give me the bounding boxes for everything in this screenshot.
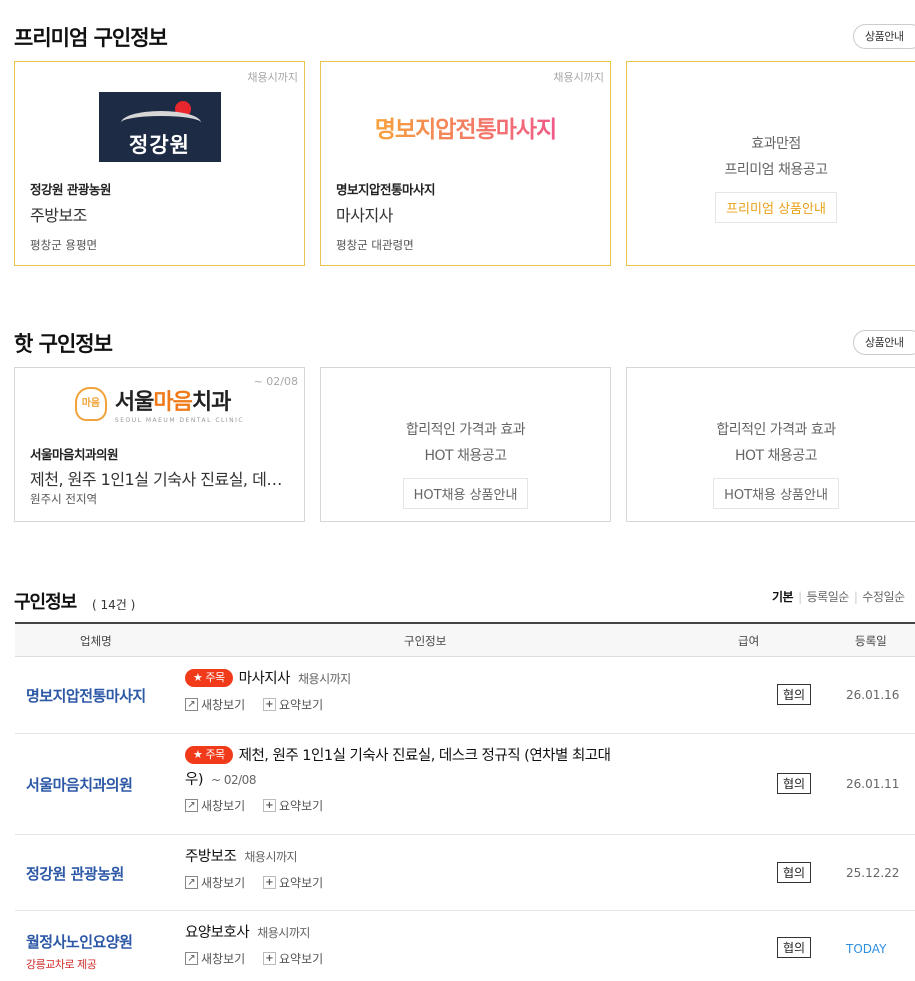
summary-button[interactable]: + 요약보기: [263, 696, 323, 713]
table-row[interactable]: 월정사노인요양원 강릉교차로 제공 요양보호사 채용시까지 ↗ 새창보기 + 요약보기…: [15, 911, 915, 981]
row-company[interactable]: 월정사노인요양원: [26, 931, 133, 952]
plus-icon: +: [263, 698, 276, 711]
card-company: 명보지압전통마사지: [336, 182, 436, 197]
row-period: 채용시까지: [257, 926, 310, 940]
promo-line2: HOT 채용공고: [424, 448, 507, 464]
card-company: 서울마음치과의원: [30, 447, 119, 462]
featured-badge: ★ 주목: [185, 746, 233, 764]
hot-section-title: 핫 구인정보: [14, 332, 113, 356]
promo-line1: 합리적인 가격과 효과: [405, 422, 526, 438]
premium-job-card[interactable]: 채용시까지 정강원 정강원 관광농원 주방보조 평창군 용평면: [14, 61, 305, 266]
myungbo-logo: 명보지압전통마사지: [375, 110, 557, 144]
sort-modified[interactable]: 수정일순: [862, 590, 905, 604]
hot-product-info-button[interactable]: 상품안내: [853, 330, 915, 355]
card-location: 평창군 용평면: [30, 238, 98, 252]
sort-options: 기본 | 등록일순 | 수정일순: [772, 590, 905, 604]
row-period: ~ 02/08: [211, 773, 256, 787]
hot-promo-card: 합리적인 가격과 효과 HOT 채용공고 HOT채용 상품안내: [626, 367, 915, 522]
row-pay: 협의: [777, 937, 812, 958]
row-pay: 협의: [777, 684, 812, 705]
card-job-title: 마사지사: [336, 206, 393, 225]
row-period: 채용시까지: [244, 850, 298, 864]
table-header: 업체명 구인정보 급여 등록일: [15, 622, 915, 657]
row-company-source: 강릉교차로 제공: [26, 958, 97, 971]
list-count: ( 14건 ): [92, 598, 136, 612]
external-link-icon: ↗: [185, 952, 198, 965]
summary-button[interactable]: + 요약보기: [263, 797, 323, 814]
header-company: 업체명: [80, 634, 112, 648]
hot-product-button[interactable]: HOT채용 상품안내: [402, 478, 529, 509]
premium-product-info-button[interactable]: 상품안내: [853, 24, 915, 49]
list-title: 구인정보: [14, 592, 77, 613]
hot-promo-card: 합리적인 가격과 효과 HOT 채용공고 HOT채용 상품안내: [320, 367, 611, 522]
promo-line2: HOT 채용공고: [734, 448, 818, 464]
table-row[interactable]: 서울마음치과의원 ★ 주목 제천, 원주 1인1실 기숙사 진료실, 데스크 정규…: [15, 734, 915, 835]
company-logo: 마음 서울마음치과 SEOUL MAEUM DENTAL CLINIC: [15, 374, 304, 434]
row-period: 채용시까지: [298, 672, 351, 686]
header-info: 구인정보: [404, 634, 447, 648]
external-link-icon: ↗: [185, 698, 198, 711]
company-logo: 명보지압전통마사지: [321, 91, 610, 162]
summary-button[interactable]: + 요약보기: [263, 950, 323, 967]
card-job-title: 제천, 원주 1인1실 기숙사 진료실, 데스크 정규직 (연차별 최고대우): [30, 470, 292, 489]
new-window-button[interactable]: ↗ 새창보기: [185, 874, 245, 891]
promo-line2: 프리미엄 채용공고: [724, 162, 829, 178]
card-period: 채용시까지: [553, 71, 604, 84]
row-date: 26.01.11: [846, 777, 900, 791]
row-company[interactable]: 정강원 관광농원: [26, 863, 124, 884]
row-date: 25.12.22: [846, 866, 900, 880]
row-date: TODAY: [846, 942, 887, 956]
row-info: 요양보호사 채용시까지 ↗ 새창보기 + 요약보기: [185, 921, 645, 967]
card-company: 정강원 관광농원: [30, 182, 111, 197]
external-link-icon: ↗: [185, 876, 198, 889]
row-company[interactable]: 서울마음치과의원: [26, 774, 133, 795]
promo-line1: 합리적인 가격과 효과: [716, 422, 836, 438]
plus-icon: +: [263, 876, 276, 889]
premium-job-card[interactable]: 채용시까지 명보지압전통마사지 명보지압전통마사지 마사지사 평창군 대관령면: [320, 61, 611, 266]
external-link-icon: ↗: [185, 799, 198, 812]
plus-icon: +: [263, 952, 276, 965]
card-location: 원주시 전지역: [30, 492, 98, 506]
hot-job-card[interactable]: ~ 02/08 마음 서울마음치과 SEOUL MAEUM DENTAL CLI…: [14, 367, 305, 522]
row-info: ★ 주목 제천, 원주 1인1실 기숙사 진료실, 데스크 정규직 (연차별 최고…: [185, 744, 645, 814]
table-row[interactable]: 명보지압전통마사지 ★ 주목 마사지사 채용시까지 ↗ 새창보기 + 요약보기 협의 2…: [15, 657, 915, 734]
row-date: 26.01.16: [846, 688, 900, 702]
header-pay: 급여: [738, 634, 760, 648]
sort-basic[interactable]: 기본: [772, 590, 794, 604]
seoul-maeum-logo: 마음 서울마음치과 SEOUL MAEUM DENTAL CLINIC: [74, 384, 244, 424]
row-info: 주방보조 채용시까지 ↗ 새창보기 + 요약보기: [185, 845, 645, 891]
hot-product-button[interactable]: HOT채용 상품안내: [713, 478, 839, 509]
card-location: 평창군 대관령면: [336, 238, 414, 252]
premium-product-button[interactable]: 프리미엄 상품안내: [715, 192, 837, 223]
jungkangwon-logo: 정강원: [98, 91, 221, 162]
company-logo: 정강원: [15, 91, 304, 162]
row-info: ★ 주목 마사지사 채용시까지 ↗ 새창보기 + 요약보기: [185, 667, 645, 713]
premium-section-title: 프리미엄 구인정보: [14, 26, 168, 50]
tooth-icon: 마음: [74, 387, 107, 421]
new-window-button[interactable]: ↗ 새창보기: [185, 797, 245, 814]
row-title[interactable]: 요양보호사: [185, 925, 250, 941]
header-date: 등록일: [855, 634, 887, 648]
new-window-button[interactable]: ↗ 새창보기: [185, 950, 245, 967]
promo-line1: 효과만점: [751, 136, 801, 152]
new-window-button[interactable]: ↗ 새창보기: [185, 696, 245, 713]
summary-button[interactable]: + 요약보기: [263, 874, 323, 891]
row-pay: 협의: [777, 773, 812, 794]
row-pay: 협의: [777, 862, 812, 883]
featured-badge: ★ 주목: [185, 669, 233, 687]
premium-promo-card: 효과만점 프리미엄 채용공고 프리미엄 상품안내: [626, 61, 915, 266]
card-job-title: 주방보조: [30, 206, 87, 225]
row-title[interactable]: 주방보조: [185, 849, 237, 865]
card-period: 채용시까지: [247, 71, 298, 84]
sort-registered[interactable]: 등록일순: [807, 590, 850, 604]
plus-icon: +: [263, 799, 276, 812]
row-company[interactable]: 명보지압전통마사지: [26, 685, 146, 706]
star-icon: ★: [193, 671, 203, 684]
star-icon: ★: [193, 748, 203, 761]
table-row[interactable]: 정강원 관광농원 주방보조 채용시까지 ↗ 새창보기 + 요약보기 협의 25.12.…: [15, 835, 915, 911]
row-title[interactable]: 마사지사: [239, 671, 291, 687]
